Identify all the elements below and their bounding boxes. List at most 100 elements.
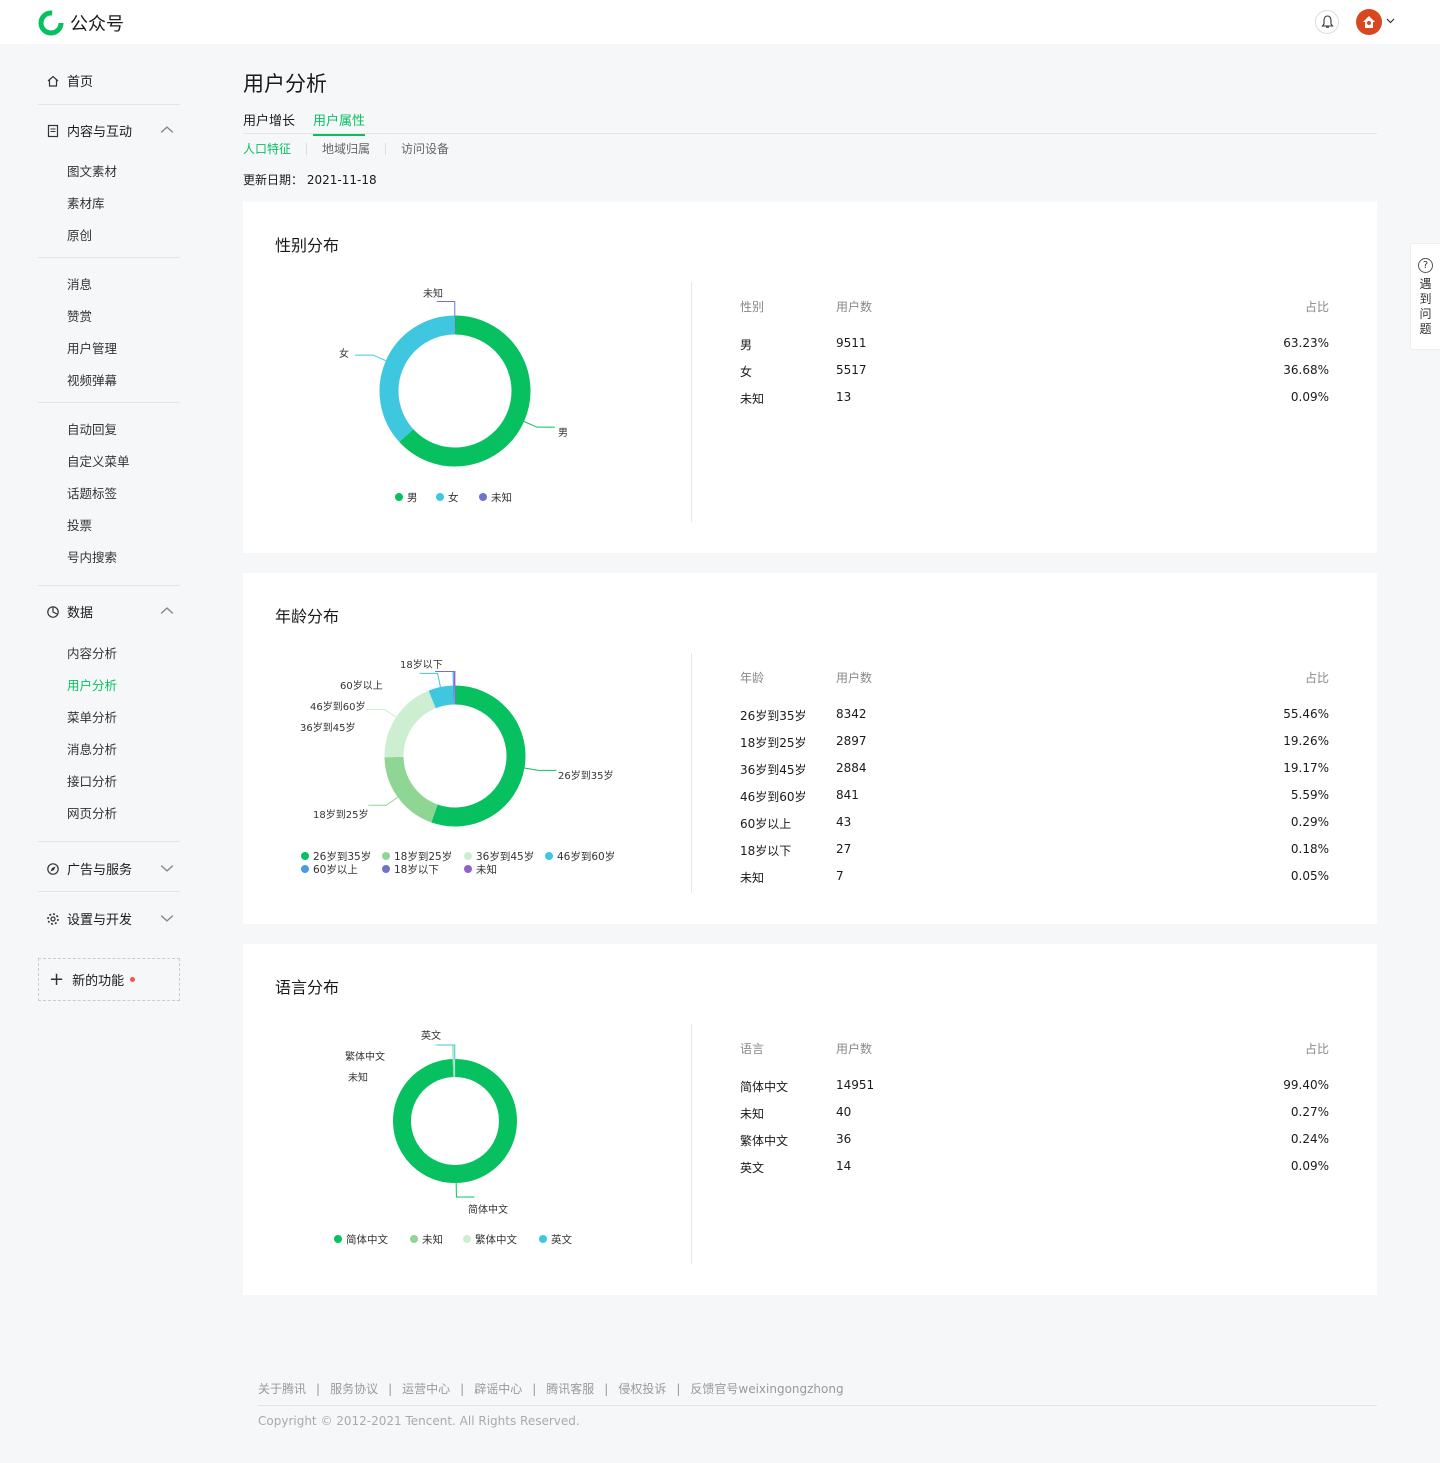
divider: | (460, 1381, 465, 1396)
divider: | (532, 1381, 537, 1396)
leader-line-36-45 (366, 708, 397, 718)
cell-users: 27 (836, 842, 852, 856)
legend-item-english[interactable]: 英文 (551, 1233, 572, 1246)
sidebar-item-vote[interactable]: 投票 (67, 515, 92, 534)
header-ratio: 占比 (1304, 1042, 1329, 1056)
chevron-up-icon[interactable] (160, 604, 174, 618)
compass-icon (47, 862, 59, 875)
sidebar-item-auto-reply[interactable]: 自动回复 (67, 419, 117, 438)
sidebar-item-message-analysis[interactable]: 消息分析 (67, 739, 117, 758)
tab-user-growth[interactable]: 用户增长 (243, 110, 295, 129)
sidebar-item-search[interactable]: 号内搜索 (67, 547, 117, 566)
donut-slice-simplified-chinese[interactable] (393, 1059, 517, 1183)
cell-ratio: 0.27% (1290, 1105, 1329, 1119)
legend-item-male[interactable]: 男 (407, 492, 418, 504)
legend-item-unknown[interactable]: 未知 (491, 491, 512, 504)
sidebar-group-data[interactable]: 数据 (46, 602, 174, 621)
avatar[interactable] (1356, 9, 1382, 35)
legend: 26岁到35岁 18岁到25岁 36岁到45岁 46岁到60岁 60岁以上 18… (301, 850, 615, 876)
sidebar-item-content-analysis[interactable]: 内容分析 (67, 643, 117, 662)
subtab-region[interactable]: 地域归属 (322, 140, 370, 157)
donut-slices (379, 315, 531, 467)
legend-swatch (539, 1235, 547, 1243)
legend-item-female[interactable]: 女 (448, 491, 459, 504)
footer-link-rumor-center[interactable]: 辟谣中心 (474, 1380, 522, 1397)
cell-users: 14 (836, 1159, 852, 1173)
donut-slice-female[interactable] (379, 315, 456, 442)
footer-link-support[interactable]: 腾讯客服 (546, 1380, 594, 1397)
sidebar-item-custom-menu[interactable]: 自定义菜单 (67, 451, 130, 470)
chevron-up-icon[interactable] (160, 123, 174, 137)
sidebar-item-topic-tags[interactable]: 话题标签 (67, 483, 117, 502)
cell-ratio: 19.26% (1283, 734, 1329, 748)
sidebar-group-settings[interactable]: 设置与开发 (46, 909, 174, 928)
slice-label-simplified-chinese: 简体中文 (468, 1203, 508, 1216)
cell-users: 43 (836, 815, 852, 829)
chevron-down-icon[interactable] (160, 911, 174, 925)
legend-item-traditional[interactable]: 繁体中文 (475, 1233, 517, 1246)
cell-ratio: 0.05% (1290, 869, 1329, 883)
red-dot-badge (130, 977, 136, 982)
leader-line-english (436, 1044, 456, 1060)
legend-item-46-60[interactable]: 46岁到60岁 (557, 850, 615, 863)
help-label: 遇到问题 (1419, 277, 1432, 336)
footer-link-ops-center[interactable]: 运营中心 (402, 1380, 450, 1397)
chevron-down-icon[interactable] (1386, 16, 1395, 25)
donut-slice-46-60[interactable] (428, 685, 454, 709)
donut-slice-male[interactable] (399, 315, 531, 467)
sidebar-item-user-analysis[interactable]: 用户分析 (67, 675, 117, 694)
header-ratio: 占比 (1304, 300, 1329, 314)
legend-item-unknown[interactable]: 未知 (476, 863, 497, 876)
new-features-button[interactable]: + 新的功能 (38, 958, 180, 1001)
footer-link-infringement[interactable]: 侵权投诉 (618, 1380, 666, 1397)
sidebar-item-menu-analysis[interactable]: 菜单分析 (67, 707, 117, 726)
cell-category: 男 (740, 338, 753, 352)
footer-link-feedback[interactable]: 反馈官号weixingongzhong (690, 1380, 843, 1397)
legend-swatch-male (395, 493, 403, 501)
update-date-value: 2021-11-18 (306, 173, 377, 187)
sidebar-group-label: 设置与开发 (67, 913, 133, 928)
sidebar-item-graphic-material[interactable]: 图文素材 (67, 161, 117, 180)
tab-user-attributes[interactable]: 用户属性 (313, 110, 366, 136)
sidebar-item-webpage-analysis[interactable]: 网页分析 (67, 803, 117, 822)
legend-item-over-60[interactable]: 60岁以上 (313, 863, 358, 876)
donut-slice-36-45[interactable] (384, 690, 437, 758)
header-users: 用户数 (836, 300, 873, 314)
slice-label-46-60: 46岁到60岁 (310, 700, 365, 713)
divider (38, 402, 180, 403)
subtab-demographics[interactable]: 人口特征 (243, 140, 291, 157)
legend-item-unknown[interactable]: 未知 (422, 1233, 443, 1246)
chevron-down-icon[interactable] (160, 861, 174, 875)
legend-swatch (464, 865, 472, 873)
sidebar-item-video-danmaku[interactable]: 视频弹幕 (67, 370, 117, 389)
logo[interactable]: 公众号 (38, 10, 124, 36)
leader-line-female (355, 354, 387, 362)
sidebar-item-user-management[interactable]: 用户管理 (67, 338, 117, 357)
page-title: 用户分析 (243, 72, 327, 96)
sidebar-group-ads[interactable]: 广告与服务 (46, 859, 174, 878)
notification-bell-icon[interactable] (1315, 10, 1339, 34)
wechat-mp-logo-icon (38, 10, 64, 36)
donut-slice-18-25[interactable] (384, 756, 439, 823)
cell-users: 13 (836, 390, 852, 404)
legend-item-simplified[interactable]: 简体中文 (346, 1233, 388, 1246)
footer-link-agreement[interactable]: 服务协议 (330, 1380, 378, 1397)
sidebar-item-messages[interactable]: 消息 (67, 274, 92, 293)
footer-link-about[interactable]: 关于腾讯 (258, 1380, 306, 1397)
legend-item-under-18[interactable]: 18岁以下 (394, 863, 439, 876)
sidebar-item-home[interactable]: 首页 (46, 71, 93, 90)
help-side-tab[interactable]: ? 遇到问题 (1410, 243, 1440, 350)
sidebar-item-material-library[interactable]: 素材库 (67, 193, 105, 212)
donut-slice-26-35[interactable] (431, 685, 526, 827)
subtab-devices[interactable]: 访问设备 (401, 140, 449, 157)
divider (38, 891, 180, 892)
legend-item-26-35[interactable]: 26岁到35岁 (313, 850, 371, 863)
cell-users: 5517 (836, 363, 867, 377)
cell-ratio: 0.24% (1290, 1132, 1329, 1146)
legend-item-36-45[interactable]: 36岁到45岁 (476, 850, 534, 863)
legend-item-18-25[interactable]: 18岁到25岁 (394, 850, 452, 863)
sidebar-group-content[interactable]: 内容与互动 (46, 121, 174, 140)
sidebar-item-api-analysis[interactable]: 接口分析 (67, 771, 117, 790)
sidebar-item-original[interactable]: 原创 (67, 225, 92, 244)
sidebar-item-appreciation[interactable]: 赞赏 (67, 306, 92, 325)
